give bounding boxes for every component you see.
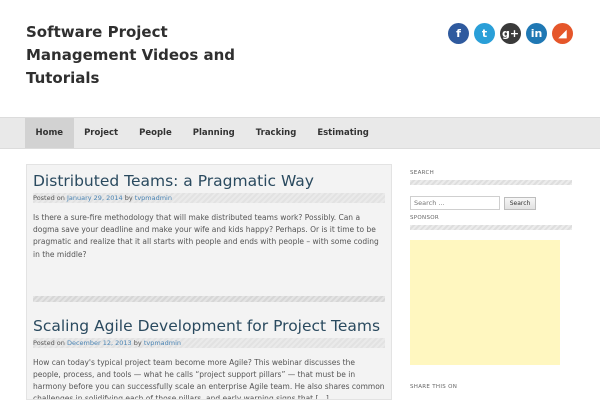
post-title[interactable]: Scaling Agile Development for Project Te… xyxy=(33,317,385,335)
by-label: by xyxy=(124,194,133,202)
search-input[interactable] xyxy=(410,196,500,210)
main-content: Distributed Teams: a Pragmatic Way Poste… xyxy=(26,164,392,400)
post-date-link[interactable]: December 12, 2013 xyxy=(67,339,132,347)
post-meta: Posted on December 12, 2013 by tvpmadmin xyxy=(33,337,385,348)
nav-item-estimating[interactable]: Estimating xyxy=(307,118,380,148)
posted-on-label: Posted on xyxy=(33,338,65,347)
nav-item-home[interactable]: Home xyxy=(25,118,74,148)
post-meta: Posted on January 29, 2014 by tvpmadmin xyxy=(33,193,385,203)
widget-divider xyxy=(410,225,572,230)
social-icons: f t g+ in ◢ xyxy=(448,23,573,44)
nav-item-project[interactable]: Project xyxy=(74,118,129,148)
google-plus-icon[interactable]: g+ xyxy=(500,23,521,44)
post-divider xyxy=(33,295,385,302)
linkedin-icon[interactable]: in xyxy=(526,23,547,44)
by-label: by xyxy=(133,338,142,347)
nav-item-tracking[interactable]: Tracking xyxy=(245,118,307,148)
share-widget-title: SHARE THIS ON xyxy=(410,384,458,390)
widget-divider xyxy=(410,180,572,185)
site-title[interactable]: Software Project Management Videos and T… xyxy=(26,21,246,90)
search-widget-title: SEARCH xyxy=(410,170,435,176)
nav-item-people[interactable]: People xyxy=(129,118,183,148)
facebook-icon[interactable]: f xyxy=(448,23,469,44)
main-nav: Home Project People Planning Tracking Estimat… xyxy=(0,117,600,149)
sidebar: SEARCH Search SPONSOR SHARE THIS ON xyxy=(410,170,572,390)
post: Scaling Agile Development for Project Te… xyxy=(27,317,391,400)
sponsor-ad[interactable] xyxy=(410,240,560,365)
nav-item-planning[interactable]: Planning xyxy=(182,118,245,148)
rss-icon[interactable]: ◢ xyxy=(552,23,573,44)
post-excerpt: How can today's typical project team bec… xyxy=(33,357,385,400)
twitter-icon[interactable]: t xyxy=(474,23,495,44)
post: Distributed Teams: a Pragmatic Way Poste… xyxy=(27,172,391,302)
search-form: Search xyxy=(410,196,572,210)
post-author-link[interactable]: tvpmadmin xyxy=(144,339,181,347)
posted-on-label: Posted on xyxy=(33,194,65,202)
sponsor-widget-title: SPONSOR xyxy=(410,215,439,221)
post-author-link[interactable]: tvpmadmin xyxy=(135,194,172,202)
post-date-link[interactable]: January 29, 2014 xyxy=(67,194,123,202)
post-title[interactable]: Distributed Teams: a Pragmatic Way xyxy=(33,172,385,190)
search-button[interactable]: Search xyxy=(504,196,536,210)
post-excerpt: Is there a sure-fire methodology that wi… xyxy=(33,213,379,259)
